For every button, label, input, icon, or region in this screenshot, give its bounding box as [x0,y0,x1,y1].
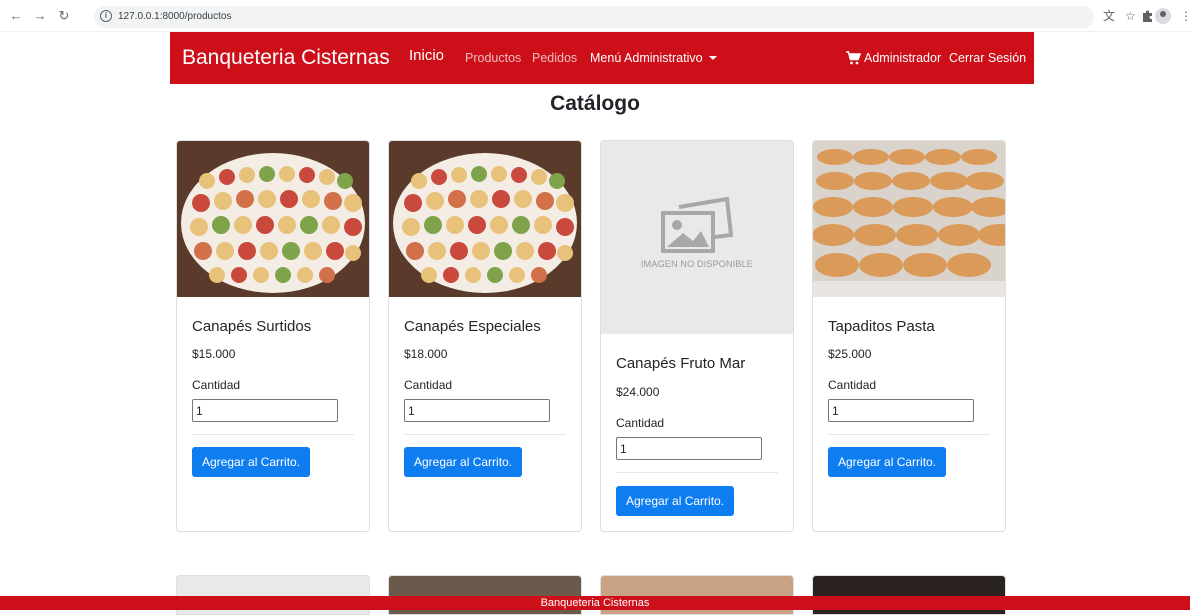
quantity-input[interactable] [828,399,974,422]
product-price: $15.000 [192,347,236,361]
quantity-label: Cantidad [616,416,665,430]
divider [192,434,354,435]
quantity-label: Cantidad [404,378,453,392]
product-image-canapes [177,141,369,297]
divider [616,472,778,473]
product-image-sandwiches [813,141,1005,297]
add-to-cart-button[interactable]: Agregar al Carrito. [828,447,947,477]
image-placeholder: IMAGEN NO DISPONIBLE [601,141,793,334]
profile-avatar-icon[interactable] [1155,8,1171,24]
product-name[interactable]: Canapés Surtidos [192,317,311,337]
caret-down-icon [708,56,717,60]
nav-cerrar-sesion[interactable]: Cerrar Sesión [949,50,1026,66]
product-price: $24.000 [616,385,660,399]
browser-toolbar: ← → ↻ i 127.0.0.1:8000/productos 文 ☆ ⋮ [0,0,1190,32]
forward-arrow-icon[interactable]: → [32,8,48,24]
nav-pedidos[interactable]: Pedidos [532,50,577,66]
quantity-label: Cantidad [828,378,877,392]
divider [404,434,566,435]
more-menu-icon[interactable]: ⋮ [1180,8,1190,24]
product-card: Canapés Especiales $18.000 Cantidad Agre… [388,140,582,532]
footer: Banqueteria Cisternas [0,596,1190,610]
translate-icon[interactable]: 文 [1103,8,1115,24]
reload-icon[interactable]: ↻ [56,8,72,24]
page-title: Catálogo [550,92,640,115]
product-card: IMAGEN NO DISPONIBLE Canapés Fruto Mar $… [600,140,794,532]
product-name[interactable]: Canapés Fruto Mar [616,354,745,374]
add-to-cart-button[interactable]: Agregar al Carrito. [404,447,523,477]
address-bar[interactable]: i 127.0.0.1:8000/productos [94,6,1094,28]
product-name[interactable]: Canapés Especiales [404,317,541,337]
nav-administrador[interactable]: Administrador [864,50,941,66]
extensions-puzzle-icon[interactable] [1141,9,1154,22]
quantity-input[interactable] [192,399,338,422]
product-price: $18.000 [404,347,448,361]
image-unavailable-icon [661,197,734,253]
quantity-input[interactable] [404,399,550,422]
nav-menu-label: Menú Administrativo [590,51,703,65]
info-icon[interactable]: i [100,10,112,22]
product-card: Tapaditos Pasta $25.000 Cantidad Agregar… [812,140,1006,532]
main-navbar: Banqueteria Cisternas Inicio Productos P… [170,32,1034,84]
image-unavailable-text: IMAGEN NO DISPONIBLE [640,259,754,269]
add-to-cart-button[interactable]: Agregar al Carrito. [616,486,735,516]
product-name[interactable]: Tapaditos Pasta [828,317,935,337]
bookmark-star-icon[interactable]: ☆ [1125,8,1136,24]
back-arrow-icon[interactable]: ← [8,8,24,24]
divider [828,434,990,435]
nav-productos[interactable]: Productos [465,50,521,66]
add-to-cart-button[interactable]: Agregar al Carrito. [192,447,311,477]
product-card: Canapés Surtidos $15.000 Cantidad Agrega… [176,140,370,532]
product-image-canapes [389,141,581,297]
shopping-cart-icon[interactable] [846,51,861,65]
nav-menu-administrativo[interactable]: Menú Administrativo [590,50,717,66]
url-text[interactable]: 127.0.0.1:8000/productos [118,10,231,24]
quantity-label: Cantidad [192,378,241,392]
nav-inicio[interactable]: Inicio [409,48,444,64]
product-price: $25.000 [828,347,872,361]
brand-logo-text[interactable]: Banqueteria Cisternas [182,45,390,71]
quantity-input[interactable] [616,437,762,460]
